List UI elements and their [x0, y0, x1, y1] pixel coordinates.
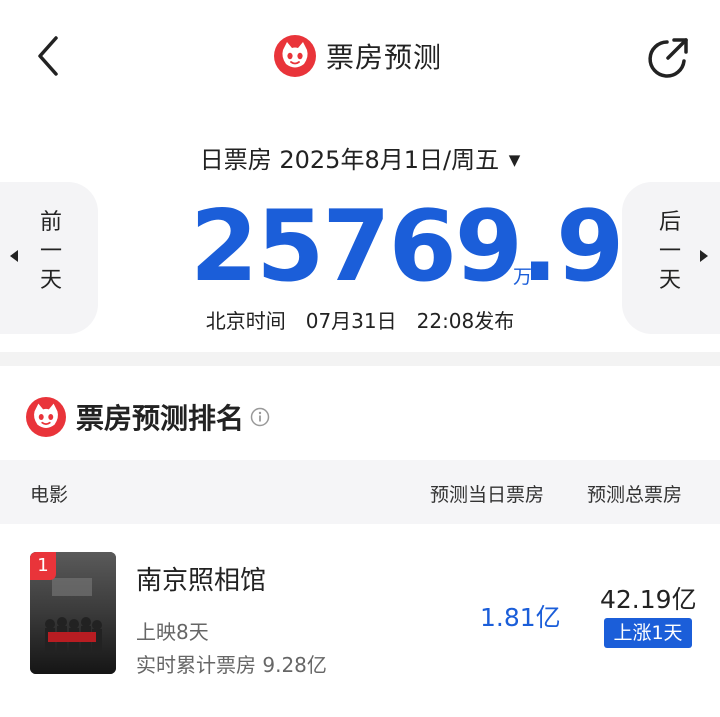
- movie-poster[interactable]: 1: [30, 552, 116, 674]
- share-icon[interactable]: [644, 34, 692, 82]
- predicted-daily-value: 1.81亿: [480, 603, 561, 632]
- section-divider: [0, 352, 720, 366]
- column-predicted-daily[interactable]: 预测当日票房: [430, 480, 544, 507]
- cumulative-box-office: 实时累计票房 9.28亿: [136, 653, 327, 677]
- box-office-value: 25769.9: [190, 190, 624, 304]
- caret-down-icon: ▼: [508, 151, 521, 169]
- page-title-group: 票房预测: [274, 34, 442, 78]
- days-since-release: 上映8天: [136, 620, 209, 644]
- maoyan-logo-icon: [274, 35, 316, 77]
- date-label: 日票房: [199, 146, 272, 174]
- table-row[interactable]: 1 南京照相馆 上映8天 实时累计票房 9.28亿 1.81亿 42.19亿 上…: [0, 540, 720, 690]
- page-title: 票房预测: [326, 41, 443, 74]
- release-time: 北京时间 07月31日 22:08发布: [205, 309, 515, 333]
- left-triangle-icon: [10, 250, 18, 262]
- info-icon[interactable]: [250, 407, 270, 427]
- back-arrow-icon[interactable]: [28, 32, 68, 80]
- date-value: 2025年8月1日/周五: [279, 146, 500, 174]
- top-bar: 票房预测: [0, 0, 720, 115]
- movie-title[interactable]: 南京照相馆: [136, 560, 266, 597]
- right-triangle-icon: [700, 250, 708, 262]
- trend-badge: 上涨1天: [604, 618, 692, 648]
- column-predicted-total[interactable]: 预测总票房: [587, 480, 682, 507]
- table-header: 电影 预测当日票房 预测总票房: [0, 460, 720, 524]
- predicted-total-value: 42.19亿: [600, 585, 697, 614]
- date-selector[interactable]: 日票房 2025年8月1日/周五 ▼: [0, 140, 720, 175]
- prev-day-label: 前 一 天: [39, 210, 62, 293]
- column-movie: 电影: [30, 484, 69, 506]
- maoyan-logo-icon: [26, 397, 66, 437]
- box-office-forecast-page: 票房预测 日票房 2025年8月1日/周五 ▼ 前 一 天 后 一 天 2576…: [0, 0, 720, 717]
- next-day-label: 后 一 天: [658, 210, 681, 293]
- ranking-title: 票房预测排名: [76, 402, 245, 435]
- ranking-header: 票房预测排名: [26, 397, 270, 437]
- rank-badge: 1: [30, 552, 56, 580]
- box-office-unit: 万: [513, 266, 533, 288]
